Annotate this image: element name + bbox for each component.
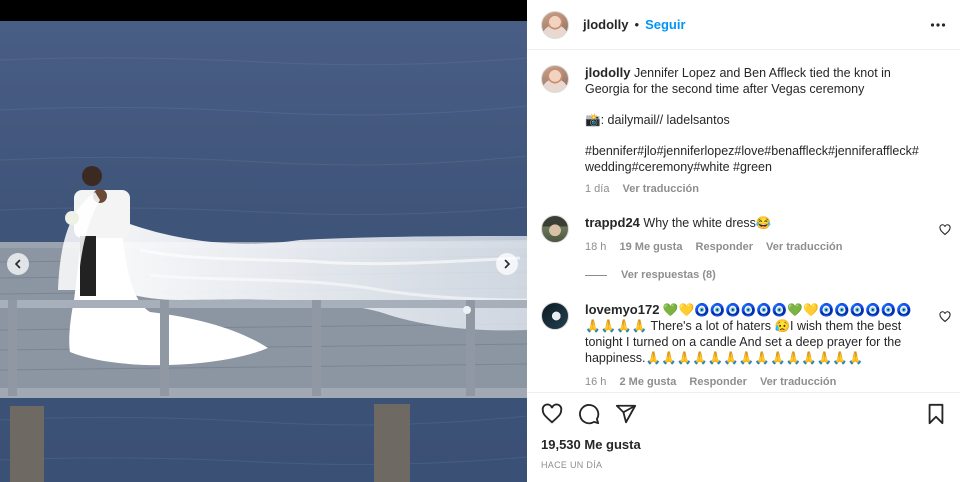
heart-icon	[939, 224, 951, 236]
comment-username[interactable]: trappd24	[585, 215, 640, 230]
heart-icon	[541, 403, 563, 424]
comment-translate-link[interactable]: Ver traducción	[766, 241, 842, 253]
heart-icon	[939, 311, 951, 323]
post-header: jlodolly • Seguir	[527, 0, 960, 50]
commenter-avatar[interactable]	[541, 215, 569, 243]
commenter-avatar[interactable]	[541, 302, 569, 330]
caption-text: Jennifer Lopez and Ben Affleck tied the …	[585, 66, 891, 96]
comments-section[interactable]: jlodolly Jennifer Lopez and Ben Affleck …	[527, 51, 960, 391]
comment-reply-button[interactable]: Responder	[696, 241, 753, 253]
author-username[interactable]: jlodolly	[583, 17, 629, 32]
post-media[interactable]	[0, 0, 527, 482]
separator-dot: •	[634, 17, 640, 32]
post-timestamp[interactable]: HACE UN DÍA	[541, 460, 602, 470]
author-avatar[interactable]	[541, 10, 569, 39]
caption-time[interactable]: 1 día	[585, 183, 609, 195]
share-button[interactable]	[615, 403, 637, 430]
comment-like-button[interactable]	[939, 223, 951, 241]
view-replies-button[interactable]: Ver respuestas (8)	[585, 269, 716, 281]
comment-time[interactable]: 16 h	[585, 376, 606, 388]
previous-image-button[interactable]	[7, 253, 29, 275]
comment-likes[interactable]: 2 Me gusta	[619, 376, 676, 388]
comment-time[interactable]: 18 h	[585, 241, 606, 253]
author-avatar[interactable]	[541, 65, 569, 93]
like-button[interactable]	[541, 403, 563, 430]
comment-likes[interactable]: 19 Me gusta	[619, 241, 682, 253]
replies-divider	[585, 274, 607, 276]
post-actions: 19,530 Me gusta HACE UN DÍA	[527, 392, 960, 482]
caption-translate-link[interactable]: Ver traducción	[623, 183, 699, 195]
caption-username[interactable]: jlodolly	[585, 65, 631, 80]
comment-like-button[interactable]	[939, 310, 951, 328]
more-options-button[interactable]	[930, 17, 946, 38]
comment-reply-button[interactable]: Responder	[689, 376, 746, 388]
save-button[interactable]	[926, 403, 946, 430]
view-replies-label[interactable]: Ver respuestas (8)	[621, 269, 716, 281]
caption-hashtags[interactable]: #bennifer#jlo#jenniferlopez#love#benaffl…	[585, 143, 920, 175]
comment-button[interactable]	[578, 403, 600, 430]
comment-text: Why the white dress😂	[643, 216, 772, 230]
bookmark-icon	[928, 403, 944, 425]
chevron-right-icon	[504, 259, 511, 269]
caption-credit: 📸: dailymail// ladelsantos	[585, 113, 730, 127]
like-count[interactable]: 19,530 Me gusta	[541, 437, 641, 452]
next-image-button[interactable]	[496, 253, 518, 275]
follow-button[interactable]: Seguir	[645, 17, 685, 32]
comment-icon	[579, 404, 600, 425]
comment-username[interactable]: lovemyo172	[585, 302, 659, 317]
share-icon	[615, 404, 637, 424]
post-side-panel: jlodolly • Seguir jlodolly Jennifer Lope…	[527, 0, 960, 482]
more-icon	[930, 23, 946, 27]
chevron-left-icon	[14, 259, 21, 269]
wedding-photo	[0, 57, 527, 482]
comment-translate-link[interactable]: Ver traducción	[760, 376, 836, 388]
